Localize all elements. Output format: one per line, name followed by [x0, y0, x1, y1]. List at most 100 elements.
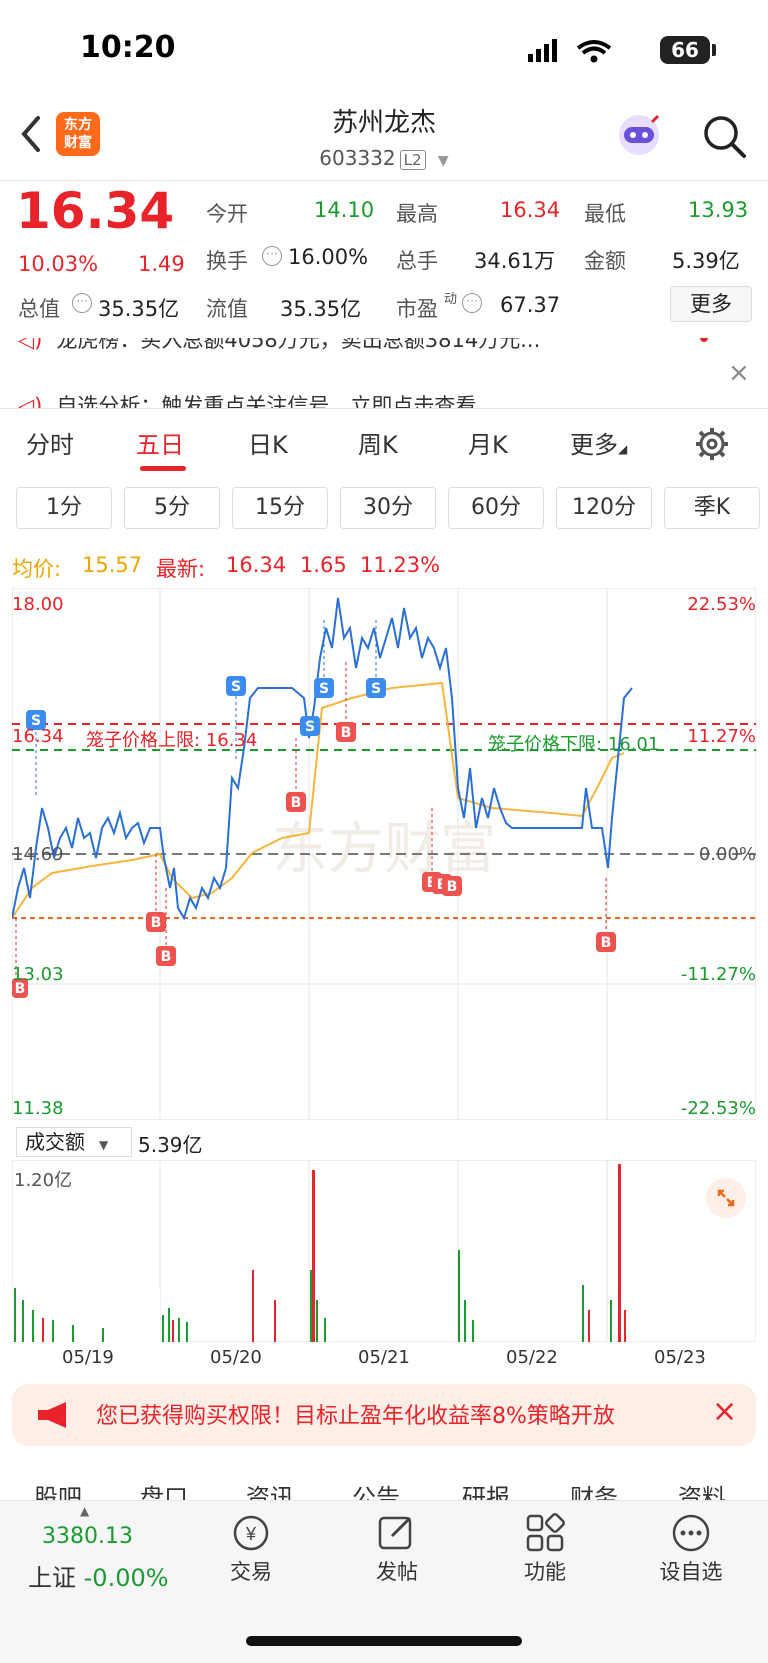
news-line-2: ◁) 自选分析：触发重点关注信号，立即点击查看 — [18, 390, 658, 408]
y-pct-max: 22.53% — [687, 594, 756, 615]
upper-limit-label: 笼子价格上限: 16.34 — [86, 730, 258, 751]
news-line-1: ◁) 龙虎榜：买入总额4058万元，卖出总额3814万元... — [18, 338, 658, 354]
svg-text:B: B — [151, 915, 162, 931]
add-watchlist-icon[interactable] — [670, 1512, 712, 1554]
volume-type-dropdown[interactable]: 成交额 ▼ — [16, 1127, 132, 1157]
info-dots-icon[interactable]: ··· — [262, 246, 282, 266]
tab-five-day[interactable]: 五日 — [136, 425, 184, 460]
stock-code: 603332 — [319, 146, 396, 170]
news-divider — [0, 408, 768, 409]
date-label: 05/19 — [62, 1347, 114, 1368]
latest-change: 1.65 — [300, 553, 347, 577]
y-pct-low: -11.27% — [680, 964, 756, 985]
info-dots-icon[interactable]: ··· — [72, 293, 92, 313]
more-button[interactable]: 更多 — [670, 286, 752, 322]
index-change: -0.00% — [83, 1564, 169, 1592]
svg-text:B: B — [341, 725, 352, 741]
date-label: 05/23 — [654, 1347, 706, 1368]
high-value: 16.34 — [500, 198, 561, 222]
nav-function[interactable]: 功能 — [500, 1556, 590, 1586]
tab-more-label: 更多 — [570, 431, 618, 459]
svg-text:B: B — [161, 949, 172, 965]
signal-wifi-icon — [528, 39, 612, 63]
svg-text:S: S — [231, 679, 241, 695]
interval-120min[interactable]: 120分 — [556, 487, 652, 529]
date-label: 05/21 — [358, 1347, 410, 1368]
speaker-icon: ◁) — [18, 394, 43, 408]
interval-15min[interactable]: 15分 — [232, 487, 328, 529]
interval-quarter-k[interactable]: 季K — [664, 487, 760, 529]
change-amount: 1.49 — [138, 252, 185, 276]
home-indicator — [246, 1636, 522, 1646]
up-arrow-icon: ▲ — [80, 1504, 90, 1518]
tab-daily-k[interactable]: 日K — [248, 425, 288, 460]
lower-limit-label: 笼子价格下限: 16.01 — [488, 734, 660, 755]
svg-text:B: B — [601, 935, 612, 951]
volume-chart[interactable] — [12, 1160, 756, 1342]
expand-icon[interactable] — [706, 1178, 746, 1218]
search-icon[interactable] — [702, 114, 748, 160]
change-percent: 10.03% — [18, 252, 99, 276]
y-label-limit: 16.34 — [12, 726, 64, 747]
function-grid-icon[interactable] — [524, 1512, 566, 1554]
latest-value: 16.34 — [226, 553, 287, 577]
svg-text:S: S — [371, 681, 381, 697]
interval-60min[interactable]: 60分 — [448, 487, 544, 529]
dropdown-arrow-icon: ▼ — [99, 1138, 109, 1152]
nav-add-watchlist[interactable]: 设自选 — [646, 1556, 736, 1586]
tab-intraday[interactable]: 分时 — [26, 425, 74, 460]
y-pct-zero: 0.00% — [698, 844, 756, 865]
battery-icon: 66 — [660, 36, 710, 64]
volume-value: 34.61万 — [474, 249, 556, 273]
post-edit-icon[interactable] — [376, 1512, 418, 1554]
avg-value: 15.57 — [82, 553, 143, 577]
index-value[interactable]: 3380.13 — [42, 1524, 133, 1549]
dropdown-triangle-icon: ▼ — [437, 153, 449, 169]
interval-5min[interactable]: 5分 — [124, 487, 220, 529]
news-text-1: 龙虎榜：买入总额4058万元，卖出总额3814万元... — [56, 338, 541, 352]
float-value: 35.35亿 — [280, 297, 362, 321]
y-label-max: 18.00 — [12, 594, 64, 615]
close-news-icon[interactable]: × — [728, 358, 750, 388]
interval-30min[interactable]: 30分 — [340, 487, 436, 529]
volume-type-label: 成交额 — [25, 1130, 85, 1154]
index-name: 上证 — [28, 1564, 76, 1592]
turnover-label: 换手 — [206, 249, 248, 273]
mcap-label: 总值 — [18, 297, 60, 321]
svg-text:B: B — [291, 795, 302, 811]
robot-assistant-icon[interactable] — [614, 110, 664, 160]
y-label-min: 11.38 — [12, 1098, 64, 1119]
svg-text:B: B — [447, 879, 458, 895]
interval-1min[interactable]: 1分 — [16, 487, 112, 529]
five-day-price-chart[interactable]: 东方财富 S S S S S B B B B B B B B B — [12, 588, 756, 1120]
megaphone-icon — [38, 1402, 66, 1428]
amount-label: 金额 — [584, 249, 626, 273]
promo-banner[interactable]: 您已获得购买权限！目标止盈年化收益率8%策略开放 × — [12, 1384, 756, 1446]
info-dots-icon[interactable]: ··· — [462, 293, 482, 313]
speaker-icon: ◁) — [18, 338, 43, 352]
pe-value: 67.37 — [500, 293, 561, 317]
latest-percent: 11.23% — [360, 553, 441, 577]
tab-more[interactable]: 更多◢ — [570, 425, 627, 460]
tab-weekly-k[interactable]: 周K — [358, 425, 398, 460]
float-label: 流值 — [206, 297, 248, 321]
active-tab-indicator — [140, 466, 186, 471]
nav-post[interactable]: 发帖 — [352, 1556, 442, 1586]
tab-monthly-k[interactable]: 月K — [468, 425, 508, 460]
pe-superscript: 动 — [444, 292, 458, 307]
status-time: 10:20 — [80, 30, 176, 65]
trade-icon[interactable]: ¥ — [228, 1512, 274, 1554]
open-value: 14.10 — [314, 198, 375, 222]
high-label: 最高 — [396, 202, 438, 226]
mcap-value: 35.35亿 — [98, 297, 180, 321]
svg-text:¥: ¥ — [245, 1524, 257, 1544]
close-promo-icon[interactable]: × — [712, 1394, 737, 1429]
settings-gear-icon[interactable] — [694, 426, 730, 462]
promo-text: 您已获得购买权限！目标止盈年化收益率8%策略开放 — [96, 1404, 615, 1429]
date-label: 05/22 — [506, 1347, 558, 1368]
nav-trade[interactable]: 交易 — [206, 1556, 296, 1586]
triangle-icon: ◢ — [618, 442, 628, 456]
news-strip[interactable]: ◁) 龙虎榜：买入总额4058万元，卖出总额3814万元... ◁) 自选分析：触发… — [0, 338, 768, 408]
index-ticker[interactable]: 上证 -0.00% — [28, 1558, 169, 1593]
current-price: 16.34 — [16, 182, 175, 240]
